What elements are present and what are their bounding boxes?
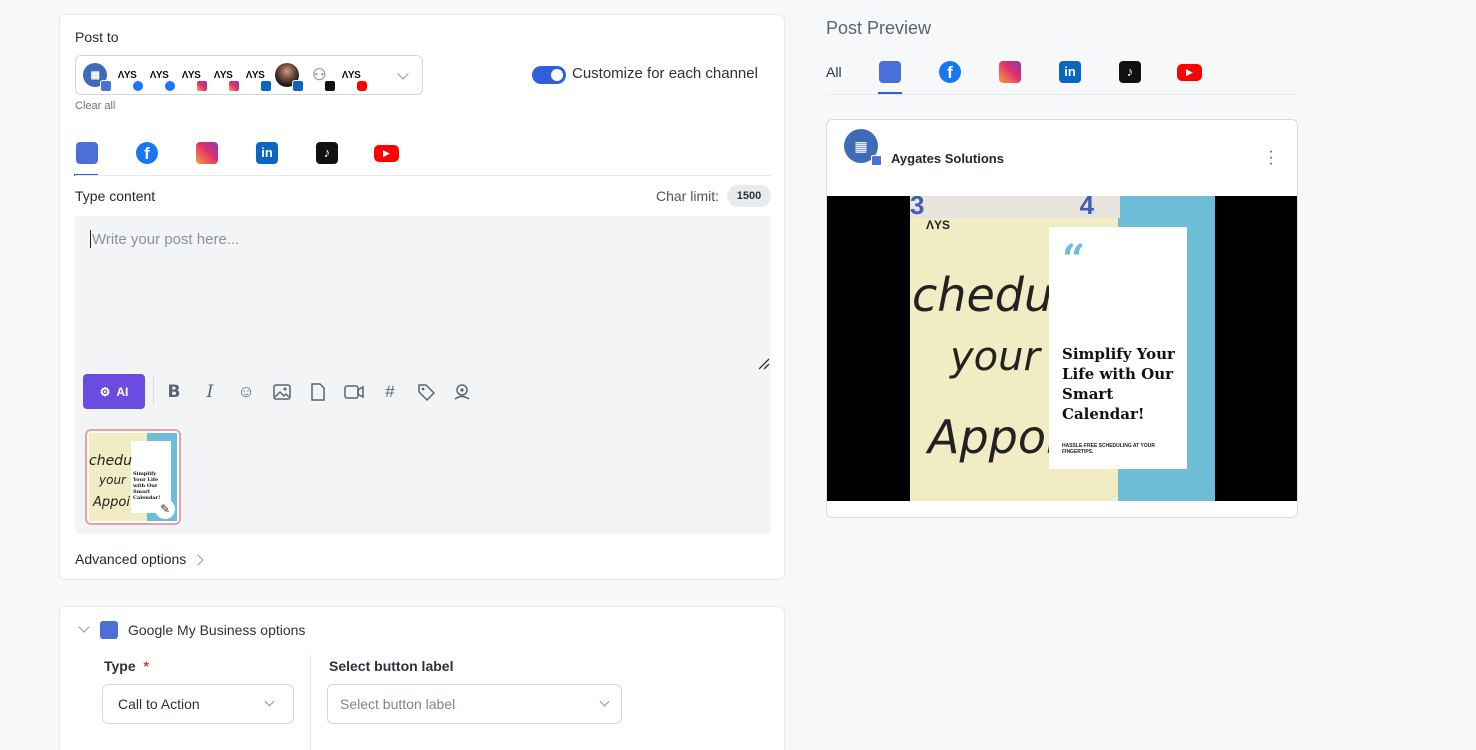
char-limit-label: Char limit:	[656, 188, 720, 204]
account-ays-instagram-avatar: ΛYS	[179, 63, 208, 92]
preview-tab-gmb-icon[interactable]	[879, 61, 901, 83]
account-ays-facebook-avatar: ΛYS	[115, 63, 144, 92]
preview-tab-tiktok-icon[interactable]: ♪	[1119, 61, 1141, 83]
tab-facebook-icon[interactable]: f	[136, 142, 158, 164]
tab-divider	[75, 175, 771, 176]
robot-icon: ⚙	[99, 384, 111, 399]
handwriting-line-3: Appoi	[928, 410, 1059, 464]
file-icon[interactable]	[308, 382, 328, 402]
button-label-title: Select button label	[329, 658, 454, 674]
advanced-options-link[interactable]: Advanced options	[75, 551, 186, 567]
type-content-label: Type content	[75, 188, 156, 204]
char-limit-badge: 1500	[727, 185, 771, 207]
creative-subline: HASSLE-FREE SCHEDULING AT YOUR FINGERTIP…	[1062, 443, 1155, 455]
account-ays-facebook-avatar: ΛYS	[147, 63, 176, 92]
required-mark: *	[143, 658, 149, 674]
tab-instagram-icon[interactable]	[196, 142, 218, 164]
type-select-value: Call to Action	[118, 696, 200, 712]
clear-all-link[interactable]: Clear all	[75, 100, 115, 112]
handwriting-line-2: your	[950, 334, 1040, 380]
account-ays-youtube-avatar: ΛYS	[339, 63, 368, 92]
button-label-placeholder: Select button label	[340, 696, 456, 712]
account-gmb-avatar: ▦	[83, 63, 112, 92]
tag-icon[interactable]	[416, 382, 436, 402]
tab-youtube-icon[interactable]: ▶	[374, 145, 399, 162]
toolbar-divider	[153, 376, 154, 406]
preview-tab-linkedin-icon[interactable]: in	[1059, 61, 1081, 83]
handwriting-line-1: chedu	[912, 268, 1054, 322]
gmb-options-title: Google My Business options	[128, 622, 306, 638]
type-select[interactable]: Call to Action	[102, 684, 294, 724]
account-ays-instagram-avatar: ΛYS	[211, 63, 240, 92]
gmb-icon	[100, 621, 118, 639]
emoji-icon[interactable]: ☺	[236, 382, 256, 402]
image-icon[interactable]	[272, 382, 292, 402]
text-cursor	[90, 230, 91, 248]
account-selector[interactable]: ▦ ΛYS ΛYS ΛYS ΛYS ΛYS ⚇ ΛYS	[75, 55, 423, 95]
preview-tab-divider	[826, 94, 1298, 95]
hashtag-icon[interactable]: #	[380, 382, 400, 402]
quote-mark-icon: “	[1062, 236, 1086, 283]
bold-icon[interactable]: B	[164, 382, 184, 402]
preview-account-name: Aygates Solutions	[891, 151, 1004, 166]
gmb-options-card: Google My Business options Type * Call t…	[59, 606, 785, 750]
post-editor[interactable]: Write your post here... ⚙ AI B I ☺ # che…	[75, 216, 771, 534]
more-options-icon[interactable]: · · ·	[1267, 144, 1275, 172]
account-ays-linkedin-avatar: ΛYS	[243, 63, 272, 92]
creative-headline: Simplify Your Life with Our Smart Calend…	[1062, 345, 1175, 423]
preview-tab-all[interactable]: All	[826, 64, 842, 80]
gmb-badge-icon	[871, 155, 882, 166]
ai-button-label: AI	[116, 384, 129, 399]
location-icon[interactable]	[452, 382, 472, 402]
preview-media: 3 4 ΛYS chedu your Appoi “ Simplify Your…	[827, 196, 1297, 501]
chevron-right-icon[interactable]	[192, 554, 204, 566]
edit-pencil-icon[interactable]: ✎	[155, 499, 175, 519]
tab-gmb-icon[interactable]	[76, 142, 98, 164]
composer-card: Post to ▦ ΛYS ΛYS ΛYS ΛYS ΛYS ⚇ ΛYS Clea…	[59, 14, 785, 580]
ai-button[interactable]: ⚙ AI	[83, 374, 145, 409]
creative-logo: ΛYS	[926, 218, 951, 232]
customize-label: Customize for each channel	[572, 65, 758, 82]
button-label-select[interactable]: Select button label	[327, 684, 622, 724]
tab-linkedin-icon[interactable]: in	[256, 142, 278, 164]
account-user-tiktok-avatar: ⚇	[307, 63, 336, 92]
post-placeholder[interactable]: Write your post here...	[92, 231, 239, 248]
media-thumbnail[interactable]: chedu your Appoi Simplify Your Life with…	[85, 429, 181, 525]
chevron-down-icon[interactable]	[397, 68, 409, 80]
italic-icon[interactable]: I	[200, 382, 220, 402]
chevron-down-icon	[264, 696, 275, 707]
collapse-chevron-icon[interactable]	[78, 621, 90, 633]
video-icon[interactable]	[344, 382, 364, 402]
post-to-label: Post to	[75, 29, 119, 45]
resize-handle-icon[interactable]	[758, 357, 770, 370]
preview-tab-instagram-icon[interactable]	[999, 61, 1021, 83]
preview-creative-image: 3 4 ΛYS chedu your Appoi “ Simplify Your…	[910, 196, 1215, 501]
preview-post-card: ▦ Aygates Solutions · · · 3 4 ΛYS chedu yo…	[826, 119, 1298, 518]
account-photo-linkedin-avatar	[275, 63, 304, 92]
preview-tab-facebook-icon[interactable]: f	[939, 61, 961, 83]
preview-tab-youtube-icon[interactable]: ▶	[1177, 64, 1202, 81]
preview-title: Post Preview	[826, 18, 932, 38]
type-label: Type *	[104, 658, 149, 674]
field-divider	[310, 655, 311, 750]
customize-toggle[interactable]	[532, 66, 566, 84]
chevron-down-icon	[599, 696, 610, 707]
tab-tiktok-icon[interactable]: ♪	[316, 142, 338, 164]
